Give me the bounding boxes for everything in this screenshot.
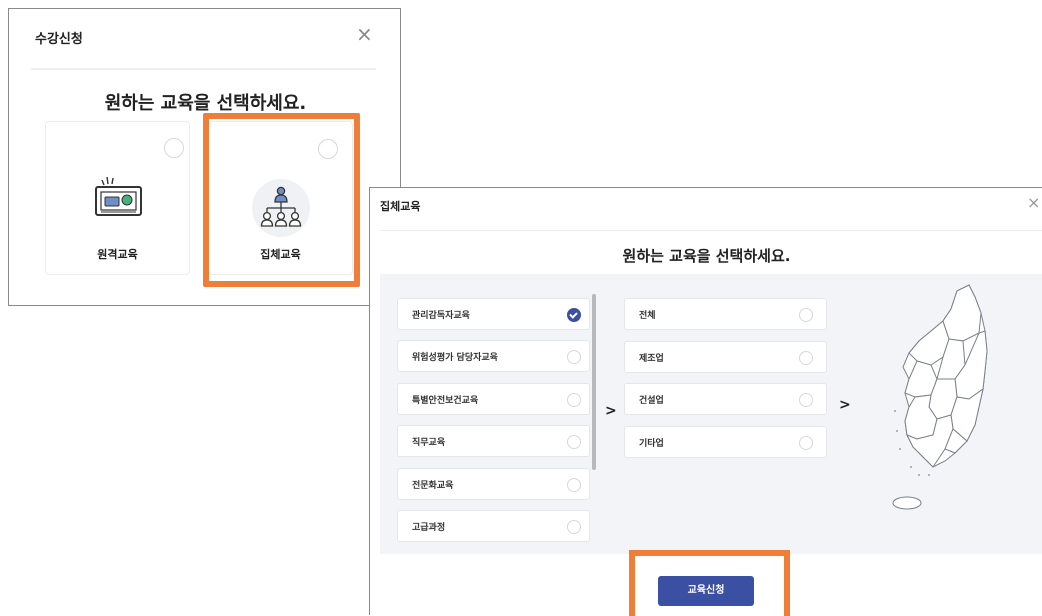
scrollbar-thumb[interactable] — [592, 294, 596, 470]
option-label-remote: 원격교육 — [97, 248, 138, 261]
category-label: 위험성평가 담당자교육 — [412, 353, 498, 363]
radio-icon[interactable] — [799, 351, 813, 365]
monitor-icon — [95, 176, 142, 216]
course-registration-dialog: 수강신청 × 원하는 교육을 선택하세요. 원격교육 집체교육 — [8, 8, 401, 306]
close-icon[interactable]: × — [356, 24, 373, 44]
divider — [31, 68, 376, 70]
industry-item-manufacturing[interactable]: 제조업 — [624, 341, 827, 373]
radio-remote[interactable] — [164, 138, 184, 158]
category-item-advanced[interactable]: 고급과정 — [397, 510, 590, 542]
dialog-title: 수강신청 — [35, 32, 83, 47]
category-item-job[interactable]: 직무교육 — [397, 425, 590, 457]
radio-icon[interactable] — [567, 520, 581, 534]
category-item-manager[interactable]: 관리감독자교육 — [397, 298, 590, 330]
category-label: 직무교육 — [412, 438, 446, 448]
option-label-group: 집체교육 — [260, 248, 301, 261]
radio-icon[interactable] — [567, 478, 581, 492]
close-icon[interactable]: × — [1027, 193, 1040, 212]
dialog-heading: 원하는 교육을 선택하세요. — [104, 93, 307, 114]
industry-item-construction[interactable]: 건설업 — [624, 383, 827, 415]
korea-map-icon[interactable] — [853, 279, 1003, 519]
radio-icon[interactable] — [799, 308, 813, 322]
dialog-heading: 원하는 교육을 선택하세요. — [622, 247, 791, 265]
category-item-specialized[interactable]: 전문화교육 — [397, 468, 590, 500]
industry-label: 제조업 — [639, 354, 664, 364]
radio-icon[interactable] — [567, 435, 581, 449]
category-label: 특별안전보건교육 — [412, 396, 479, 406]
people-group-icon — [252, 179, 310, 237]
category-label: 고급과정 — [412, 523, 446, 533]
group-education-dialog: 집체교육 × 원하는 교육을 선택하세요. 관리감독자교육 위험성평가 담당자교… — [369, 187, 1042, 616]
check-icon[interactable] — [567, 308, 581, 322]
dialog-title: 집체교육 — [380, 200, 421, 213]
chevron-right-icon: > — [605, 403, 617, 419]
industry-label: 전체 — [639, 311, 656, 321]
radio-group[interactable] — [318, 139, 338, 159]
category-item-special-safety[interactable]: 특별안전보건교육 — [397, 383, 590, 415]
option-card-group[interactable]: 집체교육 — [208, 121, 353, 275]
radio-icon[interactable] — [799, 436, 813, 450]
selection-panel: 관리감독자교육 위험성평가 담당자교육 특별안전보건교육 직무교육 전문화교육 … — [380, 274, 1042, 554]
category-label: 전문화교육 — [412, 481, 454, 491]
radio-icon[interactable] — [567, 393, 581, 407]
category-item-risk-assessment[interactable]: 위험성평가 담당자교육 — [397, 340, 590, 372]
apply-button[interactable]: 교육신청 — [658, 576, 754, 606]
industry-label: 기타업 — [639, 439, 664, 449]
divider — [380, 230, 1042, 231]
chevron-right-icon: > — [839, 397, 851, 413]
industry-label: 건설업 — [639, 396, 664, 406]
radio-icon[interactable] — [567, 350, 581, 364]
category-label: 관리감독자교육 — [412, 311, 470, 321]
industry-item-other[interactable]: 기타업 — [624, 426, 827, 458]
option-card-remote[interactable]: 원격교육 — [45, 121, 190, 275]
industry-item-all[interactable]: 전체 — [624, 298, 827, 330]
radio-icon[interactable] — [799, 393, 813, 407]
